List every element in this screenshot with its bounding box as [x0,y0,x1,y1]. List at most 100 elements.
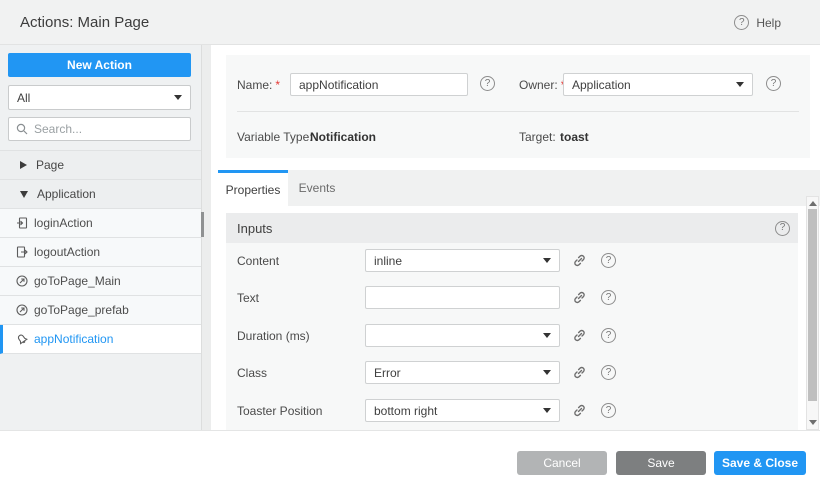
sidebar-item-loginaction[interactable]: loginAction [0,209,202,238]
logout-icon [16,246,28,258]
sidebar-item-label: goToPage_Main [34,274,121,288]
sidebar-item-appnotification[interactable]: appNotification [0,325,202,354]
search-input[interactable] [34,122,183,136]
login-icon [16,217,28,229]
tree-group-application[interactable]: Application [0,180,202,209]
actions-sidebar: New Action All Page Application [0,45,211,430]
save-button[interactable]: Save [616,451,706,475]
goto-page-icon [16,304,28,316]
input-row-duration: Duration (ms) ? [237,324,790,347]
main-scrollbar-thumb[interactable] [808,209,817,401]
page-title: Actions: Main Page [20,0,149,45]
actions-dialog: Actions: Main Page ? Help New Action All… [0,0,820,491]
name-input[interactable] [290,73,468,96]
input-label: Content [237,254,365,268]
sidebar-item-gotopage-prefab[interactable]: goToPage_prefab [0,296,202,325]
caret-down-icon [736,82,744,87]
help-icon[interactable]: ? [601,365,616,380]
toaster-position-value: bottom right [374,404,543,418]
content-value: inline [374,254,543,268]
bind-link-icon[interactable] [572,365,587,380]
cancel-button[interactable]: Cancel [517,451,607,475]
class-select[interactable]: Error [365,361,560,384]
input-row-content: Content inline ? [237,249,790,272]
content-select[interactable]: inline [365,249,560,272]
search-icon [16,123,28,135]
input-label: Duration (ms) [237,329,365,343]
help-icon[interactable]: ? [601,403,616,418]
caret-down-icon [543,258,551,263]
save-and-close-button[interactable]: Save & Close [714,451,806,475]
inputs-title: Inputs [237,221,272,236]
chevron-right-icon [20,161,27,169]
owner-select[interactable]: Application [563,73,753,96]
sidebar-item-label: logoutAction [34,245,100,259]
bind-link-icon[interactable] [572,403,587,418]
bind-link-icon[interactable] [572,290,587,305]
sidebar-item-label: appNotification [34,332,113,346]
input-label: Class [237,366,365,380]
caret-down-icon [174,95,182,100]
duration-select[interactable] [365,324,560,347]
bind-link-icon[interactable] [572,253,587,268]
help-icon[interactable]: ? [601,328,616,343]
owner-help-icon[interactable]: ? [766,76,781,91]
input-label: Text [237,291,365,305]
sidebar-item-label: goToPage_prefab [34,303,129,317]
new-action-button[interactable]: New Action [8,53,191,77]
input-label: Toaster Position [237,404,365,418]
action-detail-panel: Name:* ? Owner:* Application ? Variable … [211,45,820,430]
inputs-section-header: Inputs ? [226,213,798,243]
goto-page-icon [16,275,28,287]
tree-group-page[interactable]: Page [0,151,202,180]
help-icon: ? [734,15,749,30]
target-label: Target: [519,130,556,144]
bind-link-icon[interactable] [572,328,587,343]
sidebar-item-logoutaction[interactable]: logoutAction [0,238,202,267]
name-help-icon[interactable]: ? [480,76,495,91]
inputs-help-icon[interactable]: ? [775,221,790,236]
dialog-footer: Cancel Save Save & Close [0,430,820,491]
variable-type-label: Variable Type: [237,130,313,144]
input-row-class: Class Error ? [237,361,790,384]
divider [237,111,799,112]
action-summary-card: Name:* ? Owner:* Application ? Variable … [226,55,810,158]
owner-value: Application [572,78,736,92]
required-marker: * [275,78,280,92]
input-row-toaster-position: Toaster Position bottom right ? [237,399,790,422]
help-icon[interactable]: ? [601,253,616,268]
actions-tree: Page Application loginAction logoutActio… [0,150,202,354]
input-row-text: Text ? [237,286,790,309]
sidebar-scrollbar-thumb[interactable] [201,212,204,237]
tab-properties[interactable]: Properties [218,170,288,206]
scroll-up-icon[interactable] [809,201,817,206]
inputs-section: Inputs ? Content inline ? Text ? [226,213,798,430]
caret-down-icon [543,408,551,413]
filter-value: All [17,91,174,105]
caret-down-icon [543,333,551,338]
dialog-header: Actions: Main Page ? Help [0,0,820,45]
variable-type-value: Notification [310,130,376,144]
sidebar-item-gotopage-main[interactable]: goToPage_Main [0,267,202,296]
tab-events[interactable]: Events [288,170,346,206]
help-label: Help [756,16,781,30]
target-value: toast [560,130,589,144]
sidebar-item-label: loginAction [34,216,93,230]
sidebar-search[interactable] [8,117,191,141]
help-icon[interactable]: ? [601,290,616,305]
tree-group-label: Application [37,187,96,201]
caret-down-icon [543,370,551,375]
name-label: Name:* [237,78,280,92]
main-scrollbar[interactable] [806,196,819,430]
notification-icon [16,333,28,345]
class-value: Error [374,366,543,380]
text-input[interactable] [365,286,560,309]
sidebar-scrollbar-track[interactable] [201,45,211,430]
scroll-down-icon[interactable] [809,420,817,425]
owner-label: Owner:* [519,78,565,92]
tree-group-label: Page [36,158,64,172]
toaster-position-select[interactable]: bottom right [365,399,560,422]
action-filter-select[interactable]: All [8,85,191,110]
help-button[interactable]: ? Help [734,0,781,45]
detail-tabs: Properties Events [218,170,820,206]
